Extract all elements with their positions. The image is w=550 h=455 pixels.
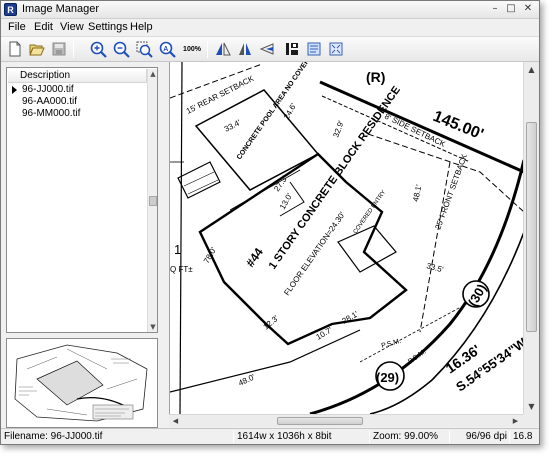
curve-marker: (29) (376, 370, 399, 385)
selected-row-arrow-icon (12, 86, 17, 94)
maximize-icon[interactable]: □ (505, 3, 517, 15)
image-manager-window: R Image Manager – □ ✕ File Edit View Set… (0, 0, 540, 445)
menu-settings[interactable]: Settings (88, 21, 128, 33)
scroll-up-arrow-icon[interactable]: ▲ (148, 69, 158, 79)
viewer-horizontal-scrollbar[interactable]: ◀ ▶ (169, 414, 523, 427)
scroll-down-arrow-icon[interactable]: ▼ (148, 322, 158, 332)
scroll-left-arrow-icon[interactable]: ◀ (169, 415, 182, 427)
toolbar-separator (73, 41, 74, 58)
file-name: 96-MM000.tif (22, 108, 81, 119)
status-extra: 16.8 (513, 431, 533, 442)
menu-edit[interactable]: Edit (34, 21, 53, 33)
status-separator (509, 431, 510, 443)
image-viewer[interactable]: (R) 145.00' 8' SIDE SETBACK 15' REAR SET… (169, 62, 523, 414)
zoom-in-icon[interactable] (88, 40, 108, 59)
horizontal-scroll-thumb[interactable] (277, 417, 363, 425)
info-icon[interactable] (282, 40, 302, 59)
fullscreen-icon[interactable] (326, 40, 346, 59)
svg-text:A: A (163, 46, 168, 53)
vertical-scroll-thumb[interactable] (526, 122, 537, 332)
scroll-right-arrow-icon[interactable]: ▶ (509, 415, 522, 427)
toolbar: A 100% (1, 36, 539, 62)
status-dpi: 96/96 dpi (465, 431, 507, 442)
close-icon[interactable]: ✕ (522, 3, 534, 15)
thumbnail-preview[interactable] (6, 338, 158, 428)
flip-horizontal-icon[interactable] (213, 40, 233, 59)
status-separator (369, 431, 370, 443)
file-name: 96-JJ000.tif (22, 84, 74, 95)
lot-marker: (R) (366, 69, 385, 85)
menu-bar: File Edit View Settings Help (1, 19, 539, 36)
plan-left-digit: 1 (174, 242, 181, 257)
thumbnail-image (7, 339, 157, 427)
window-title: Image Manager (22, 3, 100, 15)
open-folder-icon[interactable] (27, 40, 47, 59)
status-filename: Filename: 96-JJ000.tif (4, 431, 103, 442)
minimize-icon[interactable]: – (489, 3, 501, 15)
zoom-region-icon[interactable] (134, 40, 154, 59)
viewer-vertical-scrollbar[interactable]: ▲ ▼ (523, 62, 539, 414)
menu-file[interactable]: File (8, 21, 26, 33)
rotate-icon[interactable] (257, 40, 277, 59)
file-list-item[interactable]: 96-AA000.tif (8, 96, 146, 108)
file-list-panel: Description 96-JJ000.tif 96-AA000.tif 96… (6, 67, 158, 333)
file-list-item[interactable]: 96-JJ000.tif (8, 84, 146, 96)
status-separator (233, 431, 234, 443)
zoom-100-button[interactable]: 100% (180, 40, 204, 59)
column-header-description[interactable]: Description (8, 69, 147, 83)
menu-view[interactable]: View (60, 21, 84, 33)
menu-help[interactable]: Help (130, 21, 153, 33)
properties-icon[interactable] (304, 40, 324, 59)
app-icon: R (4, 3, 17, 16)
status-separator (449, 431, 450, 443)
mirror-icon[interactable] (235, 40, 255, 59)
scroll-up-arrow-icon[interactable]: ▲ (524, 62, 539, 77)
file-list-item[interactable]: 96-MM000.tif (8, 108, 146, 120)
file-list-scrollbar[interactable]: ▲ ▼ (147, 69, 157, 332)
title-bar[interactable]: R Image Manager – □ ✕ (1, 1, 539, 19)
status-dimensions: 1614w x 1036h x 8bit (237, 431, 332, 442)
plan-left-area: Q FT± (170, 265, 193, 274)
toolbar-separator (207, 41, 208, 58)
survey-plan-image: (R) 145.00' 8' SIDE SETBACK 15' REAR SET… (170, 62, 523, 414)
zoom-out-icon[interactable] (111, 40, 131, 59)
scrollbar-corner (523, 414, 539, 427)
file-name: 96-AA000.tif (22, 96, 78, 107)
status-bar: Filename: 96-JJ000.tif 1614w x 1036h x 8… (1, 428, 539, 444)
scroll-thumb[interactable] (149, 196, 157, 206)
save-icon[interactable] (49, 40, 69, 59)
new-document-icon[interactable] (5, 40, 25, 59)
status-zoom: Zoom: 99.00% (373, 431, 439, 442)
zoom-fit-icon[interactable]: A (157, 40, 177, 59)
scroll-down-arrow-icon[interactable]: ▼ (524, 399, 539, 414)
